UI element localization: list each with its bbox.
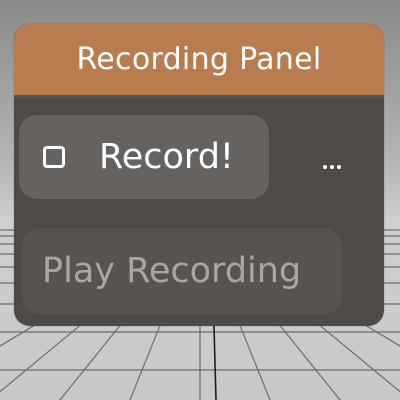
record-button[interactable]: Record!	[19, 115, 269, 199]
more-dot	[323, 165, 327, 169]
panel-title: Recording Panel	[76, 42, 322, 77]
play-recording-button[interactable]: Play Recording	[22, 228, 342, 314]
more-dot	[337, 165, 341, 169]
play-recording-label: Play Recording	[42, 251, 302, 291]
more-horizontal-icon[interactable]	[312, 152, 352, 182]
more-dot	[330, 165, 334, 169]
record-button-label: Record!	[99, 137, 234, 177]
panel-header: Recording Panel	[14, 24, 384, 98]
recording-panel: Recording Panel Record! Play Recording	[14, 24, 384, 326]
checkbox-unchecked-icon[interactable]	[43, 146, 65, 168]
